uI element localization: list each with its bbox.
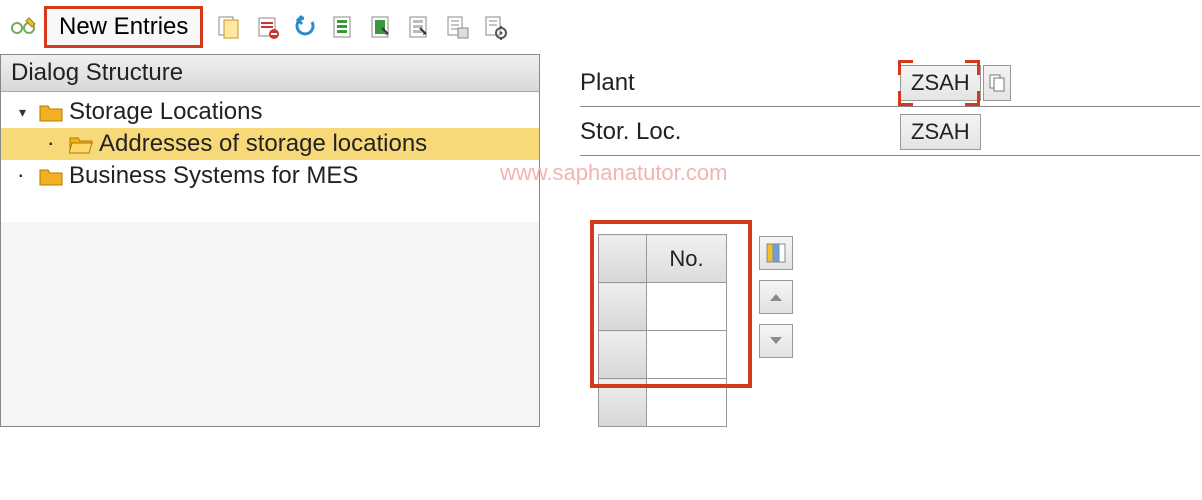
deselect-all-icon[interactable] xyxy=(403,11,435,43)
storloc-label: Stor. Loc. xyxy=(580,118,900,146)
address-table-area: No. xyxy=(598,234,1200,427)
table-row[interactable] xyxy=(599,283,727,331)
column-header-no[interactable]: No. xyxy=(647,235,727,283)
dialog-structure-title: Dialog Structure xyxy=(1,55,539,92)
expander-icon[interactable]: ▪ xyxy=(19,171,33,182)
separator xyxy=(580,155,1200,156)
select-all-column[interactable] xyxy=(599,235,647,283)
config-icon[interactable] xyxy=(441,11,473,43)
right-panel: Plant ZSAH Stor. Loc. ZSAH www.saphanatu… xyxy=(540,54,1200,427)
tree-node-addresses[interactable]: ▪ Addresses of storage locations xyxy=(1,128,539,160)
cell-no[interactable] xyxy=(647,379,727,427)
display-change-icon[interactable] xyxy=(8,12,38,42)
toolbar: New Entries xyxy=(0,0,1202,54)
tree-node-storage-locations[interactable]: ▾ Storage Locations xyxy=(1,96,539,128)
watermark-text: www.saphanatutor.com xyxy=(500,160,1200,186)
scroll-down-icon[interactable] xyxy=(759,324,793,358)
cell-no[interactable] xyxy=(647,283,727,331)
folder-icon xyxy=(39,166,63,186)
table-row[interactable] xyxy=(599,379,727,427)
table-row[interactable] xyxy=(599,331,727,379)
tree: ▾ Storage Locations ▪ Addresses of stora… xyxy=(1,92,539,222)
scroll-up-icon[interactable] xyxy=(759,280,793,314)
storloc-row: Stor. Loc. ZSAH xyxy=(580,109,1200,155)
tree-node-mes[interactable]: ▪ Business Systems for MES xyxy=(1,160,539,192)
select-all-icon[interactable] xyxy=(327,11,359,43)
address-table: No. xyxy=(598,234,727,427)
dialog-structure-panel: Dialog Structure ▾ Storage Locations ▪ A… xyxy=(0,54,540,427)
tree-node-label: Addresses of storage locations xyxy=(99,130,427,158)
expander-icon[interactable]: ▪ xyxy=(49,139,63,150)
table-side-toolbar xyxy=(759,236,793,358)
tree-node-label: Storage Locations xyxy=(69,98,262,126)
folder-open-icon xyxy=(69,134,93,154)
undo-icon[interactable] xyxy=(289,11,321,43)
delete-icon[interactable] xyxy=(251,11,283,43)
cell-no[interactable] xyxy=(647,331,727,379)
select-block-icon[interactable] xyxy=(365,11,397,43)
f4-help-icon[interactable] xyxy=(983,65,1011,101)
configure-columns-icon[interactable] xyxy=(759,236,793,270)
separator xyxy=(580,106,1200,107)
plant-row: Plant ZSAH xyxy=(580,60,1200,106)
folder-icon xyxy=(39,102,63,122)
print-icon[interactable] xyxy=(479,11,511,43)
main-area: Dialog Structure ▾ Storage Locations ▪ A… xyxy=(0,54,1202,427)
plant-label: Plant xyxy=(580,69,900,97)
copy-as-icon[interactable] xyxy=(213,11,245,43)
new-entries-button[interactable]: New Entries xyxy=(44,6,203,48)
plant-value[interactable]: ZSAH xyxy=(900,65,981,101)
storloc-value[interactable]: ZSAH xyxy=(900,114,981,150)
tree-node-label: Business Systems for MES xyxy=(69,162,358,190)
expander-icon[interactable]: ▾ xyxy=(19,104,33,121)
